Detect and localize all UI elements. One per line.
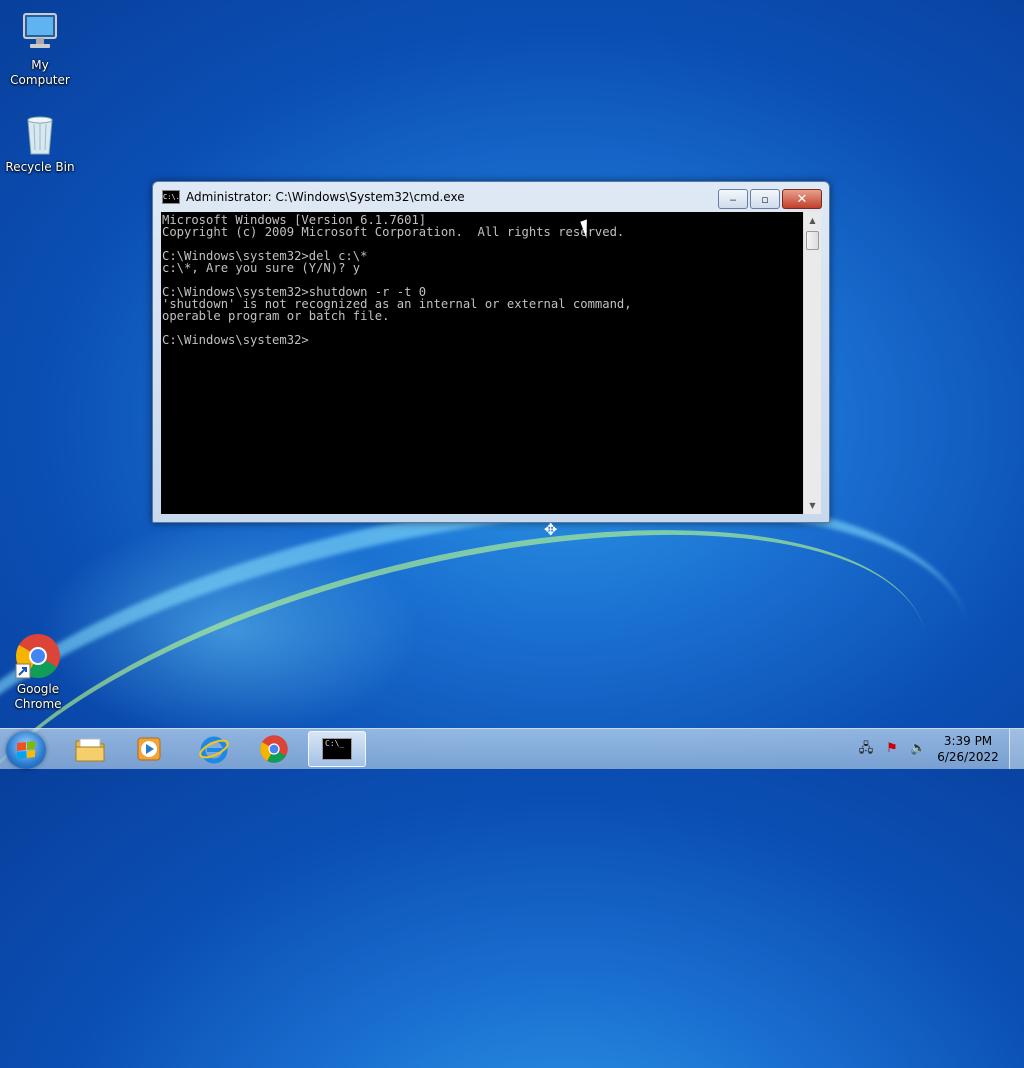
taskbar-cmd[interactable]: C:\_: [308, 731, 366, 767]
chrome-icon: [260, 735, 288, 763]
close-button[interactable]: ✕: [782, 189, 822, 209]
desktop-icon-google-chrome[interactable]: Google Chrome: [0, 632, 78, 712]
system-tray: 🖧 ⚑ 🔈 3:39 PM 6/26/2022: [858, 729, 1024, 769]
scroll-down-icon[interactable]: ▼: [804, 497, 821, 514]
folder-icon: [75, 738, 105, 762]
cmd-icon: C:\.: [162, 190, 180, 204]
scroll-thumb[interactable]: [806, 231, 819, 250]
console-line: operable program or batch file.: [162, 309, 390, 323]
cmd-icon-text: C:\_: [325, 739, 345, 748]
vertical-scrollbar[interactable]: ▲ ▼: [803, 212, 821, 514]
taskbar-internet-explorer[interactable]: [186, 731, 242, 767]
computer-icon: [16, 8, 64, 56]
recycle-bin-icon: [16, 110, 64, 158]
maximize-icon: ▫: [761, 192, 769, 206]
taskbar-media-player[interactable]: [122, 731, 178, 767]
taskbar: C:\_ 🖧 ⚑ 🔈 3:39 PM 6/26/2022: [0, 728, 1024, 769]
minimize-button[interactable]: ‒: [718, 189, 748, 209]
desktop-icon-recycle-bin[interactable]: Recycle Bin: [0, 110, 80, 175]
windows-logo-icon: [17, 741, 35, 759]
chrome-icon: [14, 632, 62, 680]
clock-time: 3:39 PM: [943, 734, 993, 748]
desktop-icon-my-computer[interactable]: My Computer: [0, 8, 80, 88]
console-line: Copyright (c) 2009 Microsoft Corporation…: [162, 225, 625, 239]
cmd-window[interactable]: C:\. Administrator: C:\Windows\System32\…: [152, 181, 830, 523]
console-line: c:\*, Are you sure (Y/N)? y: [162, 261, 361, 275]
internet-explorer-icon: [199, 736, 229, 764]
volume-icon[interactable]: 🔈: [910, 741, 926, 757]
media-player-icon: [137, 737, 161, 761]
console-prompt[interactable]: C:\Windows\system32>: [162, 334, 803, 346]
console-output[interactable]: Microsoft Windows [Version 6.1.7601] Cop…: [161, 212, 803, 514]
scroll-up-icon[interactable]: ▲: [804, 212, 821, 229]
show-desktop-button[interactable]: [1009, 729, 1024, 769]
clock[interactable]: 3:39 PM 6/26/2022: [936, 733, 1000, 765]
maximize-button[interactable]: ▫: [750, 189, 780, 209]
taskbar-chrome[interactable]: [246, 731, 302, 767]
minimize-icon: ‒: [729, 192, 737, 206]
desktop-icon-label: Google: [16, 682, 60, 696]
start-button[interactable]: [6, 731, 46, 769]
desktop-icon-label: Chrome: [14, 697, 62, 711]
cmd-icon: C:\_: [322, 738, 352, 760]
desktop-icon-label: My Computer: [10, 58, 70, 87]
clock-date: 6/26/2022: [937, 750, 999, 764]
desktop-icon-label: Recycle Bin: [5, 160, 75, 174]
action-center-icon[interactable]: ⚑: [884, 741, 900, 757]
move-cursor-icon: ✥: [544, 520, 558, 539]
window-controls: ‒ ▫ ✕: [718, 189, 822, 209]
taskbar-explorer[interactable]: [62, 731, 118, 767]
title-bar[interactable]: C:\. Administrator: C:\Windows\System32\…: [153, 182, 829, 212]
close-icon: ✕: [796, 191, 808, 207]
network-icon[interactable]: 🖧: [858, 741, 874, 757]
window-title: Administrator: C:\Windows\System32\cmd.e…: [186, 190, 465, 204]
